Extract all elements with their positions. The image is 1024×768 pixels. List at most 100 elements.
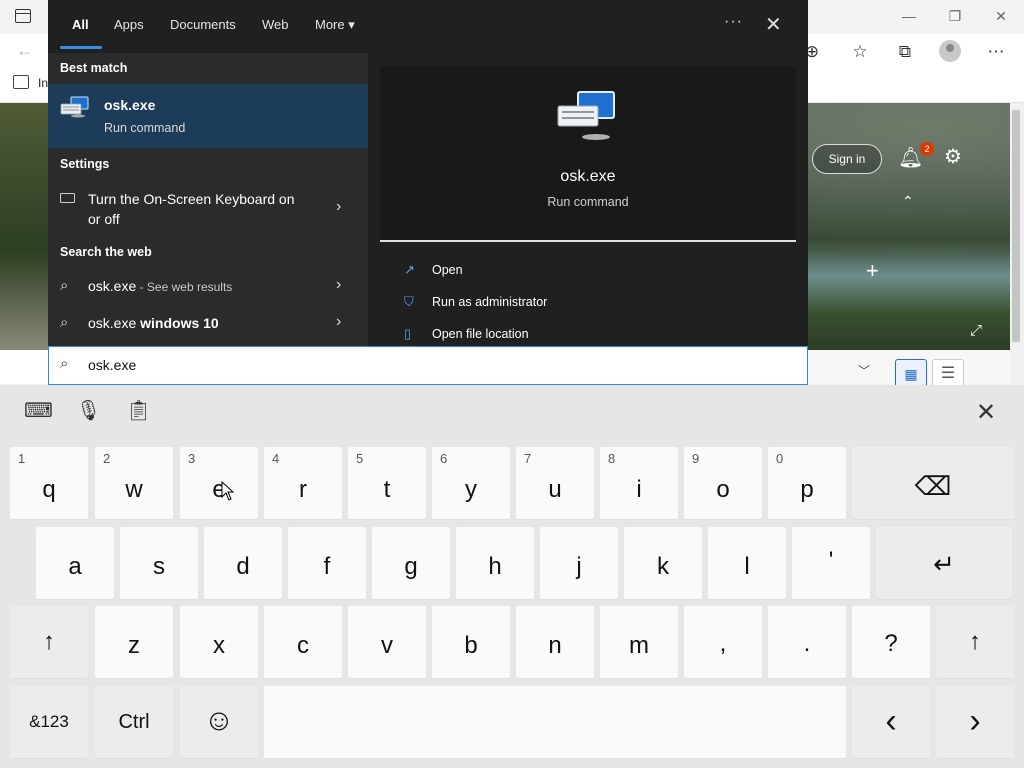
action-run-as-admin[interactable]: ⛉ Run as administrator [404,294,547,310]
tab-all[interactable]: All [72,17,89,32]
key-o[interactable]: 9o [684,447,762,519]
key-w[interactable]: 2w [95,447,173,519]
key-label: p [800,476,814,503]
settings-more-icon[interactable]: ⋯ [984,40,1008,64]
key-space[interactable] [264,686,846,758]
key-right[interactable]: › [936,686,1014,758]
sign-in-button[interactable]: Sign in [812,144,882,174]
key-label: . [803,630,811,657]
key-t[interactable]: 5t [348,447,426,519]
keyboard-app-icon [60,96,89,118]
key-v[interactable]: v [348,606,426,678]
web-result-1[interactable]: osk.exe - See web results [88,278,232,294]
key-number: 6 [440,451,448,466]
clipboard-icon[interactable]: 📋︎ [126,398,151,423]
preview-subtitle: Run command [547,195,629,209]
web-result-2[interactable]: osk.exe windows 10 [88,315,219,331]
search-input[interactable] [88,351,788,379]
chevron-right-icon[interactable]: › [336,276,341,294]
key-label: s [153,553,165,580]
key-label: m [629,632,649,659]
key-period[interactable]: . [768,606,846,678]
chevron-right-icon[interactable]: › [336,198,341,216]
action-open[interactable]: ↗ Open [404,262,463,278]
scrollbar-thumb[interactable] [1012,110,1020,342]
key-ctrl[interactable]: Ctrl [95,686,173,758]
key-label: q [42,476,56,503]
key-k[interactable]: k [624,527,702,599]
chevron-down-icon[interactable]: ﹀ [858,362,870,379]
key-y[interactable]: 6y [432,447,510,519]
profile-avatar[interactable] [939,40,961,62]
key-shift-left[interactable]: ↑ [10,606,88,678]
key-e[interactable]: 3e [180,447,258,519]
back-arrow-icon[interactable]: ← [16,40,34,61]
tab-web[interactable]: Web [262,17,289,32]
key-r[interactable]: 4r [264,447,342,519]
key-question[interactable]: ? [852,606,930,678]
close-icon[interactable]: ✕ [765,12,782,37]
key-enter[interactable]: ↵ [876,527,1012,599]
key-p[interactable]: 0p [768,447,846,519]
key-m[interactable]: m [600,606,678,678]
key-shift-right[interactable]: ↑ [936,606,1014,678]
key-num-sym[interactable]: &123 [10,686,88,758]
key-g[interactable]: g [372,527,450,599]
key-i[interactable]: 8i [600,447,678,519]
key-h[interactable]: h [456,527,534,599]
microphone-icon[interactable]: 🎙︎ [76,398,101,423]
key-l[interactable]: l [708,527,786,599]
tab-apps[interactable]: Apps [114,17,144,32]
key-u[interactable]: 7u [516,447,594,519]
tab-more[interactable]: More ▾ [315,17,355,33]
plus-icon[interactable]: + [866,258,879,284]
enter-icon: ↵ [933,549,955,579]
key-label: w [125,476,143,503]
tab-actions-icon[interactable] [15,9,31,23]
close-keyboard-icon[interactable]: ✕ [976,398,996,427]
key-label: i [636,476,642,503]
favorites-icon[interactable]: ☆ [848,40,872,64]
key-s[interactable]: s [120,527,198,599]
chevron-up-icon[interactable]: ⌃ [902,193,914,210]
key-a[interactable]: a [36,527,114,599]
key-comma[interactable]: , [684,606,762,678]
minimize-button[interactable]: — [894,5,924,27]
key-label: h [488,553,502,580]
close-window-button[interactable]: ✕ [986,5,1016,27]
key-x[interactable]: x [180,606,258,678]
key-backspace[interactable]: ⌫ [852,447,1014,519]
key-d[interactable]: d [204,527,282,599]
restore-button[interactable]: ❐ [940,5,970,27]
settings-item-line1[interactable]: Turn the On-Screen Keyboard on [88,191,295,207]
settings-item-line2[interactable]: or off [88,211,120,227]
chevron-right-icon[interactable]: › [336,313,341,331]
key-q[interactable]: 1q [10,447,88,519]
key-b[interactable]: b [432,606,510,678]
expand-icon[interactable]: ⤢ [970,322,982,339]
key-z[interactable]: z [95,606,173,678]
best-match-item[interactable] [48,84,368,148]
favorite-item-label[interactable]: In [38,76,48,90]
more-options-icon[interactable]: ··· [724,13,743,31]
key-label: k [657,553,669,580]
key-n[interactable]: n [516,606,594,678]
action-open-file-location[interactable]: ▯ Open file location [404,326,529,342]
keyboard-icon [60,193,75,203]
key-f[interactable]: f [288,527,366,599]
key-j[interactable]: j [540,527,618,599]
key-emoji[interactable]: ☺ [180,686,258,758]
search-icon: ⌕ [60,355,69,372]
settings-heading: Settings [60,157,110,171]
keyboard-settings-icon[interactable]: ⌨ [24,398,53,423]
key-c[interactable]: c [264,606,342,678]
collections-icon[interactable]: ⧉ [893,40,917,64]
gear-icon[interactable]: ⚙ [944,144,962,169]
tab-documents[interactable]: Documents [170,17,236,32]
key-label: ' [828,547,834,574]
key-label: Ctrl [118,711,150,733]
key-left[interactable]: ‹ [852,686,930,758]
key-number: 0 [776,451,784,466]
key-apostrophe[interactable]: ' [792,527,870,599]
shield-icon: ⛉ [404,294,414,309]
